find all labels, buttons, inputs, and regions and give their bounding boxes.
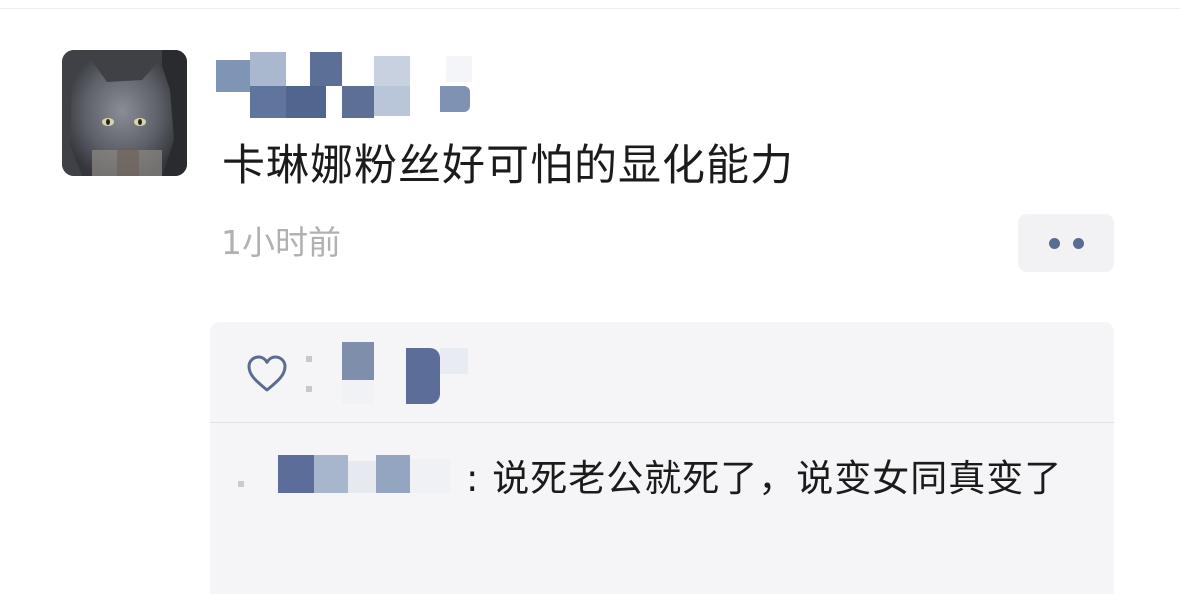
comment-separator: :	[466, 457, 480, 500]
more-button[interactable]	[1018, 214, 1114, 272]
panel-divider	[210, 422, 1114, 423]
post-timestamp: 1小时前	[221, 223, 341, 262]
more-dots-icon	[1073, 238, 1084, 249]
moments-post: 卡琳娜粉丝好可怕的显化能力 1小时前 : 说死老公就死了，说变女同真变了	[0, 0, 1180, 594]
cat-avatar-image	[62, 50, 187, 176]
likers-redacted[interactable]	[306, 342, 578, 418]
commenter-name-redacted[interactable]	[238, 455, 466, 499]
username-redacted[interactable]	[216, 52, 476, 118]
heart-outline-icon	[247, 355, 287, 392]
likes-row	[210, 322, 1114, 422]
comment-item[interactable]: : 说死老公就死了，说变女同真变了	[234, 448, 1094, 510]
post-text: 卡琳娜粉丝好可怕的显化能力	[222, 141, 794, 191]
top-divider	[0, 8, 1180, 9]
comment-text: 说死老公就死了，说变女同真变了	[492, 457, 1063, 500]
avatar[interactable]	[62, 50, 187, 176]
interaction-panel: : 说死老公就死了，说变女同真变了	[210, 322, 1114, 594]
more-dots-icon	[1049, 238, 1060, 249]
